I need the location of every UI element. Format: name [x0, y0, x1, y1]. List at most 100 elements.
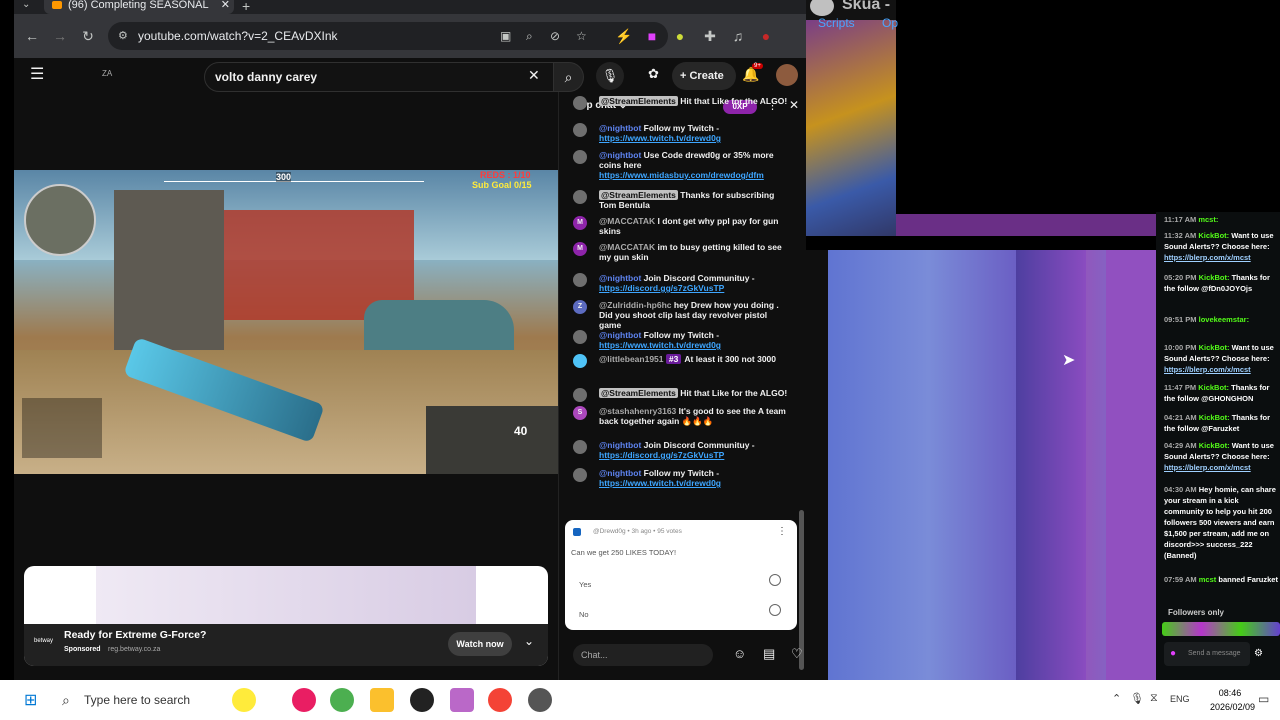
search-button[interactable]: ⌕ [554, 62, 584, 92]
chat-avatar[interactable] [573, 96, 587, 110]
chat-author[interactable]: @MACCATAK [599, 242, 655, 252]
extension-1-icon[interactable]: ⚡ [614, 26, 634, 46]
chat-avatar[interactable]: Z [573, 300, 587, 314]
chat-avatar[interactable] [573, 354, 587, 368]
chat-link[interactable]: https://www.twitch.tv/drewd0g [599, 478, 721, 488]
chat-avatar[interactable] [573, 273, 587, 287]
taskbar-copilot-icon[interactable] [292, 688, 316, 712]
new-tab-icon[interactable]: + [242, 0, 250, 14]
install-app-icon[interactable]: ▣ [500, 22, 511, 50]
chat-avatar[interactable] [573, 440, 587, 454]
notification-center-icon[interactable]: ▭ [1258, 692, 1269, 706]
poll-more-icon[interactable]: ⋮ [777, 526, 787, 537]
chat-author[interactable]: @StreamElements [599, 388, 678, 398]
video-player[interactable]: 300 REDS : 1/10 Sub Goal 0/15 40 [14, 170, 558, 474]
kick-username[interactable]: KickBot: [1199, 273, 1230, 282]
clear-search-icon[interactable]: ✕ [528, 67, 540, 84]
language-indicator[interactable]: ENG [1170, 694, 1190, 704]
kick-send-input[interactable]: Send a message [1164, 642, 1250, 666]
skua-menu-options[interactable]: Op [882, 16, 898, 30]
chat-avatar[interactable] [573, 330, 587, 344]
like-heart-icon[interactable]: ♡ [791, 646, 803, 662]
chat-link[interactable]: https://www.midasbuy.com/drewdog/dfm [599, 170, 764, 180]
chat-author[interactable]: @nightbot [599, 123, 641, 133]
kick-link[interactable]: https://blerp.com/x/mcst [1164, 463, 1251, 472]
taskbar-app-7-icon[interactable] [528, 688, 552, 712]
ad-card[interactable]: betway Ready for Extreme G-Force? Sponso… [24, 566, 548, 666]
search-input[interactable]: volto danny carey [204, 62, 554, 92]
zoom-icon[interactable]: ⌕ [526, 22, 533, 50]
voice-search-icon[interactable]: 🎙 [596, 62, 624, 90]
tab-youtube[interactable]: (96) Completing SEASONAL ✕ [44, 0, 234, 14]
taskbar-search[interactable]: ⌕ Type here to search [50, 680, 220, 720]
back-icon[interactable]: ← [22, 26, 42, 46]
chat-link[interactable]: https://www.twitch.tv/drewd0g [599, 133, 721, 143]
taskbar-widget-icon[interactable] [232, 688, 256, 712]
hide-icon[interactable]: ⊘ [550, 22, 560, 50]
chat-avatar[interactable]: M [573, 242, 587, 256]
chat-avatar[interactable] [573, 123, 587, 137]
reload-icon[interactable]: ↻ [78, 26, 98, 46]
create-button[interactable]: + Create [672, 62, 736, 90]
skua-menu-scripts[interactable]: Scripts [818, 16, 855, 30]
ad-headline[interactable]: Ready for Extreme G-Force? [64, 629, 206, 641]
kick-username[interactable]: KickBot: [1198, 383, 1229, 392]
ad-expand-chevron-icon[interactable]: ⌄ [524, 634, 534, 648]
chat-author[interactable]: @Zulriddin-hp6hc [599, 300, 672, 310]
chat-author[interactable]: @StreamElements [599, 190, 678, 200]
chat-author[interactable]: @nightbot [599, 468, 641, 478]
kick-username[interactable]: mcst: [1198, 215, 1218, 224]
media-icon[interactable]: ♫ [728, 26, 748, 46]
super-chat-icon[interactable]: ▤ [763, 646, 775, 662]
chat-input[interactable]: Chat... [573, 644, 713, 666]
kick-link[interactable]: https://blerp.com/x/mcst [1164, 253, 1251, 262]
chat-avatar[interactable]: S [573, 406, 587, 420]
chat-avatar[interactable] [573, 150, 587, 164]
chat-author[interactable]: @nightbot [599, 440, 641, 450]
kick-username[interactable]: KickBot: [1199, 343, 1230, 352]
emoji-icon[interactable]: ☺ [733, 646, 746, 661]
account-avatar[interactable] [776, 64, 798, 86]
tab-list-chevron-icon[interactable]: ⌄ [22, 0, 30, 10]
extensions-puzzle-icon[interactable]: ✚ [700, 26, 720, 46]
chat-author[interactable]: @nightbot [599, 150, 641, 160]
taskbar-chrome-2-icon[interactable] [488, 688, 512, 712]
kick-username[interactable]: mcst [1199, 575, 1217, 584]
chat-link[interactable]: https://discord.gg/s7zGkVusTP [599, 450, 724, 460]
chat-avatar[interactable]: M [573, 216, 587, 230]
youtube-logo[interactable]: ZA [102, 69, 112, 78]
tray-chevron-icon[interactable]: ⌃ [1112, 692, 1121, 705]
chat-avatar[interactable] [573, 468, 587, 482]
taskbar-chrome-icon[interactable] [330, 688, 354, 712]
taskbar-file-explorer-icon[interactable] [370, 688, 394, 712]
chat-author[interactable]: @nightbot [599, 273, 641, 283]
kick-username[interactable]: KickBot: [1199, 413, 1230, 422]
taskbar-clock[interactable]: 08:46 2026/02/09 [1210, 686, 1255, 714]
chat-author[interactable]: @StreamElements [599, 96, 678, 106]
start-button-icon[interactable]: ⊞ [24, 690, 37, 710]
tray-network-icon[interactable]: ⧖ [1150, 692, 1158, 705]
chat-link[interactable]: https://www.twitch.tv/drewd0g [599, 340, 721, 350]
taskbar-app-4-icon[interactable] [410, 688, 434, 712]
chat-author[interactable]: @stashahenry3163 [599, 406, 676, 416]
chat-close-icon[interactable]: ✕ [789, 98, 799, 112]
kick-username[interactable]: lovekeemstar: [1199, 315, 1249, 324]
chat-author[interactable]: @nightbot [599, 330, 641, 340]
kick-link[interactable]: https://blerp.com/x/mcst [1164, 365, 1251, 374]
forward-icon[interactable]: → [50, 26, 70, 46]
kick-emote-icon[interactable]: ● [1170, 648, 1176, 659]
extension-3-icon[interactable]: ● [670, 26, 690, 46]
poll-radio-no[interactable] [769, 604, 781, 616]
chat-link[interactable]: https://discord.gg/s7zGkVusTP [599, 283, 724, 293]
chat-avatar[interactable] [573, 388, 587, 402]
profile-avatar-icon[interactable]: ● [756, 26, 776, 46]
tray-mic-icon[interactable]: 🎙 [1130, 692, 1144, 705]
extension-2-icon[interactable]: ■ [642, 26, 662, 46]
poll-option-no[interactable]: No [579, 604, 783, 620]
poll-radio-yes[interactable] [769, 574, 781, 586]
chat-avatar[interactable] [573, 190, 587, 204]
site-info-icon[interactable]: ⚙ [118, 22, 128, 50]
taskbar-app-5-icon[interactable] [450, 688, 474, 712]
kick-username[interactable]: KickBot: [1199, 441, 1230, 450]
kick-settings-icon[interactable]: ⚙ [1254, 648, 1263, 659]
